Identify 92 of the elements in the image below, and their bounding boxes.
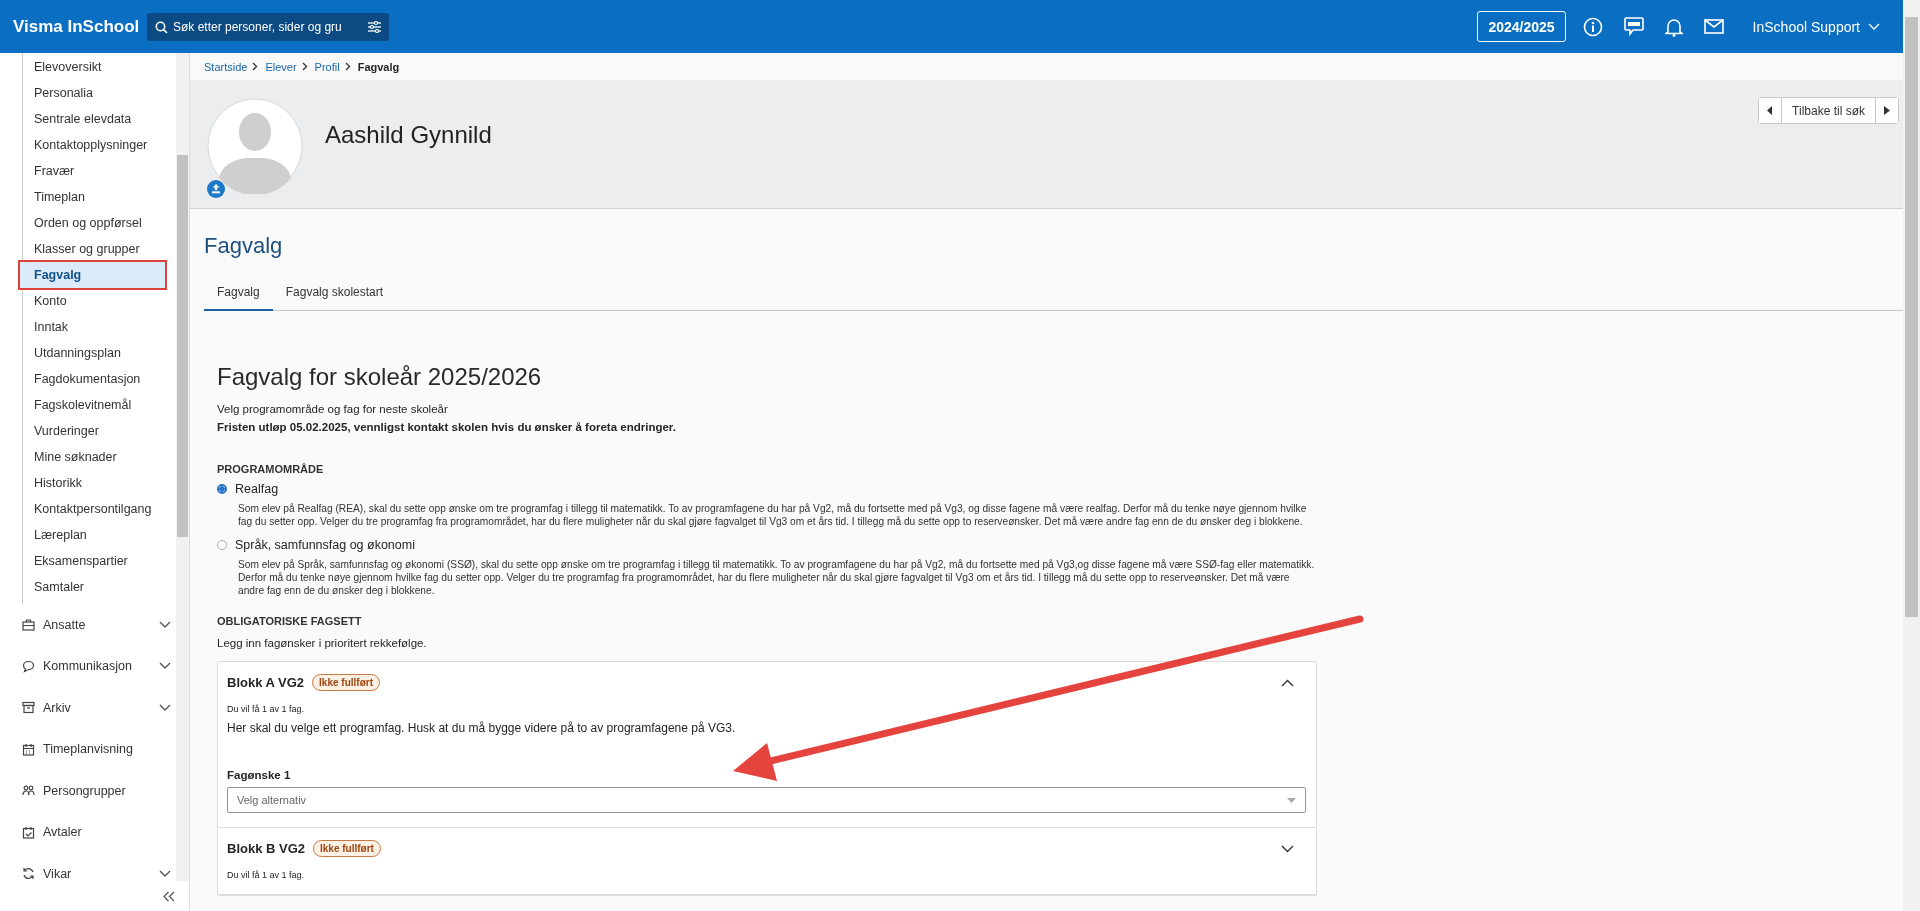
radio-label[interactable]: Realfag [235, 482, 279, 496]
sidebar-section[interactable]: Avtaler [0, 811, 175, 853]
breadcrumb-link[interactable]: Startside [204, 60, 248, 73]
instruction-text: Legg inn fagønsker i prioritert rekkefølge. [217, 637, 428, 649]
collapse-sidebar-icon[interactable] [163, 890, 175, 902]
sidebar-item[interactable]: Mine søknader [20, 444, 165, 470]
select-field[interactable]: Velg alternativ [227, 787, 1306, 813]
filter-icon[interactable] [368, 20, 381, 33]
block-title: Blokk B VG2 [227, 841, 306, 856]
chat-icon [22, 659, 35, 673]
user-menu[interactable]: InSchool Support [1746, 17, 1886, 36]
sidebar-item[interactable]: Kontaktopplysninger [20, 132, 165, 158]
chevron-right-icon [252, 62, 259, 71]
page-title: Fagvalg [204, 233, 284, 259]
sidebar-item[interactable]: Kontaktpersontilgang [20, 496, 165, 522]
sidebar-item[interactable]: Samtaler [20, 574, 165, 600]
radio-label[interactable]: Språk, samfunnsfag og økonomi [235, 538, 415, 552]
sidebar-item[interactable]: Fagskolevitnemål [20, 392, 165, 418]
field-label: Fagønske 1 [227, 769, 292, 781]
block-info: Du vil få 1 av 1 fag. [227, 704, 306, 714]
chevron-down-icon[interactable] [1281, 844, 1294, 853]
chevron-down-icon [159, 869, 171, 878]
status-badge: Ikke fullført [313, 840, 381, 857]
caret-left-icon [1767, 106, 1774, 115]
status-badge: Ikke fullført [312, 674, 380, 691]
page-scrollbar[interactable] [1903, 0, 1920, 911]
breadcrumb-current: Fagvalg [357, 60, 400, 73]
upload-icon[interactable] [207, 180, 225, 198]
sidebar-item[interactable]: Personalia [20, 80, 165, 106]
sidebar-item[interactable]: Vurderinger [20, 418, 165, 444]
breadcrumb-link[interactable]: Elever [265, 60, 297, 73]
sidebar-item[interactable]: Utdanningsplan [20, 340, 165, 366]
form-subtitle: Velg programområde og fag for neste skoleår [217, 403, 449, 415]
sidebar-section[interactable]: Arkiv [0, 687, 175, 729]
calendar-icon [22, 742, 35, 756]
chevron-right-icon [301, 62, 308, 71]
sidebar-item[interactable]: Læreplan [20, 522, 165, 548]
sidebar-section[interactable]: Persongrupper [0, 770, 175, 812]
back-to-search-button[interactable]: Tilbake til søk [1781, 98, 1876, 123]
sidebar-item[interactable]: Fagdokumentasjon [20, 366, 165, 392]
sidebar-item[interactable]: Timeplan [20, 184, 165, 210]
radio-button[interactable] [217, 540, 227, 550]
sidebar-section[interactable]: Kommunikasjon [0, 645, 175, 687]
tab[interactable]: Fagvalg skolestart [272, 277, 397, 311]
app-name[interactable]: Visma InSchool [13, 16, 147, 37]
chevron-up-icon[interactable] [1281, 678, 1294, 687]
breadcrumb-link[interactable]: Profil [314, 60, 340, 73]
caret-down-icon [1287, 798, 1296, 803]
school-year-button[interactable]: 2024/2025 [1477, 11, 1566, 42]
search-field[interactable]: Søk etter personer, sider og gru [147, 12, 389, 41]
radio-button[interactable] [217, 484, 227, 494]
chevron-down-icon [1868, 22, 1880, 31]
deadline-notice: Fristen utløp 05.02.2025, vennligst kontakt skolen hvis du ønsker å foreta endringer. [217, 421, 677, 433]
people-icon [22, 784, 35, 798]
calcheck-icon [22, 825, 35, 839]
sidebar-item[interactable]: Eksamenspartier [20, 548, 165, 574]
tab[interactable]: Fagvalg [204, 277, 273, 311]
sidebar-section[interactable]: Timeplanvisning [0, 728, 175, 770]
block-description: Her skal du velge ett programfag. Husk at du må bygge videre på to av programfagene på VG3. [227, 721, 737, 735]
briefcase-icon [22, 618, 35, 632]
sidebar-section[interactable]: Vikar [0, 853, 175, 881]
option-description: Som elev på Realfag (REA), skal du sette opp ønske om tre programfag i tillegg til matematikk. To av programfagene du har på Vg2, må du fortsette med på Vg3, og disse fagene må være realfag. Derfor må du tenke nøye gjennom hvilke fag du setter opp. Velger du tre programfag fra programområdet, har du flere muligheter når du skal gjøre fagvalget til Vg3 om et års tid. I tillegg må du sette opp to reserveønsker. Det må være andre fag enn de du ønsker deg i blokkene. [238, 502, 1308, 528]
sidebar-item[interactable]: Historikk [20, 470, 165, 496]
sidebar-scrollbar[interactable] [176, 53, 189, 881]
caret-right-icon [1884, 106, 1890, 115]
chevron-down-icon [159, 620, 171, 629]
form-heading: Fagvalg for skoleår 2025/2026 [217, 363, 543, 391]
sidebar-item[interactable]: Fagvalg [20, 262, 165, 288]
sidebar-item[interactable]: Fravær [20, 158, 165, 184]
section-heading: OBLIGATORISKE FAGSETT [217, 615, 363, 627]
search-icon [155, 20, 168, 34]
option-description: Som elev på Språk, samfunnsfag og økonomi (SSØ), skal du sette opp ønske om tre programfag i tillegg til matematikk. To av programfagene du har på Vg2, må du fortsette med på Vg3,og disse fagene må være SSØ-fag eller matematikk. Derfor må du tenke nøye gjennom hvilke fag du setter opp. Velger du tre programfag fra programområdet, har du flere muligheter når du skal gjøre fagvalget til Vg3 om et års tid. I tillegg må du sette opp to reserveønsker. Det må være andre fag enn de du ønsker deg i blokkene. [238, 558, 1316, 597]
sms-icon[interactable] [1623, 17, 1644, 36]
sidebar-item[interactable]: Inntak [20, 314, 165, 340]
sidebar-item[interactable]: Klasser og grupper [20, 236, 165, 262]
sidebar-item[interactable]: Elevoversikt [20, 54, 165, 80]
sync-icon [22, 867, 35, 881]
section-heading: PROGRAMOMRÅDE [217, 463, 325, 475]
sidebar-item[interactable]: Sentrale elevdata [20, 106, 165, 132]
student-name: Aashild Gynnild [325, 121, 492, 149]
notification-bell-icon[interactable] [1664, 16, 1683, 37]
block-title: Blokk A VG2 [227, 675, 305, 690]
chevron-down-icon [159, 662, 171, 671]
sidebar-section[interactable]: Ansatte [0, 604, 175, 646]
block-info: Du vil få 1 av 1 fag. [227, 870, 306, 880]
info-icon[interactable] [1582, 16, 1603, 37]
chevron-down-icon [159, 703, 171, 712]
sidebar-item[interactable]: Konto [20, 288, 165, 314]
chevron-right-icon [344, 62, 351, 71]
sidebar-item[interactable]: Orden og oppførsel [20, 210, 165, 236]
mail-icon[interactable] [1703, 19, 1724, 34]
archive-icon [22, 701, 35, 715]
